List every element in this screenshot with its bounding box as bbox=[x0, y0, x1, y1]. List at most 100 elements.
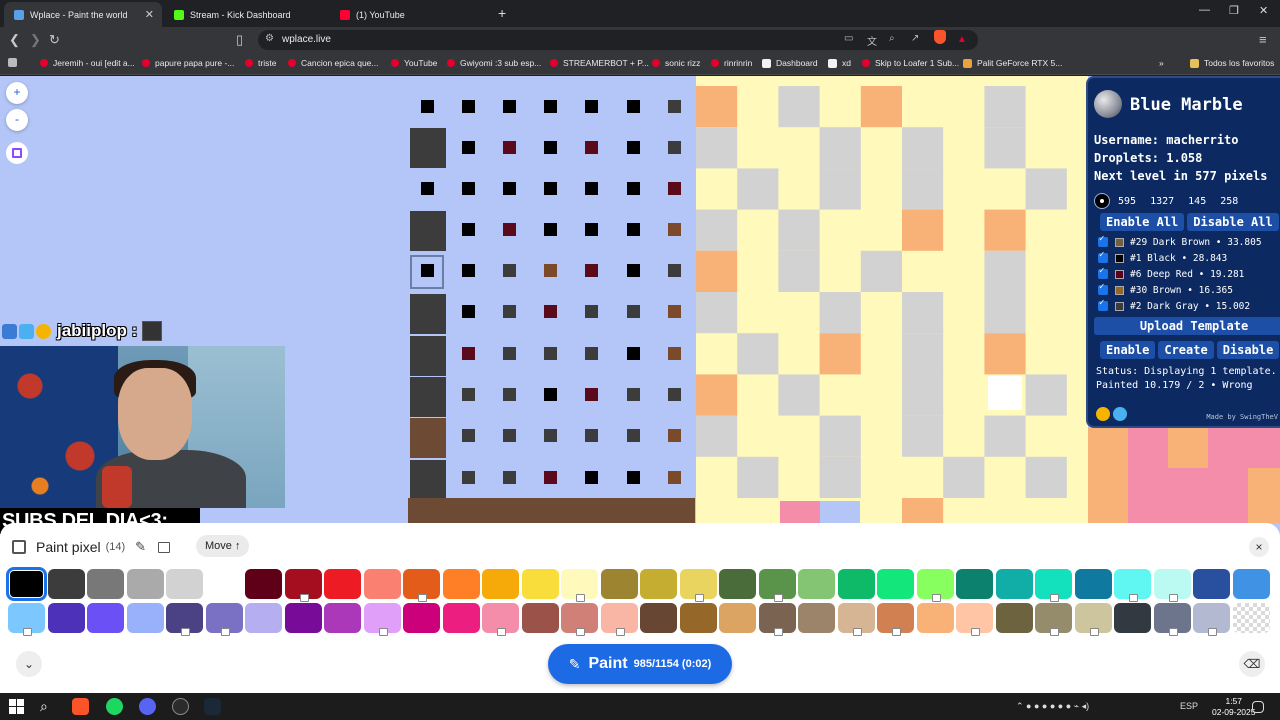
color-swatch[interactable] bbox=[521, 569, 559, 599]
minimize-icon[interactable]: — bbox=[1199, 4, 1210, 16]
zoom-out-button[interactable]: - bbox=[6, 109, 28, 131]
color-swatch[interactable] bbox=[798, 603, 835, 633]
color-swatch[interactable] bbox=[1074, 603, 1112, 636]
twitch-button[interactable] bbox=[6, 142, 28, 164]
color-swatch[interactable] bbox=[877, 603, 914, 636]
discord-icon[interactable] bbox=[139, 698, 156, 715]
color-swatch[interactable] bbox=[956, 603, 993, 636]
restore-icon[interactable]: ❐ bbox=[1229, 4, 1239, 17]
color-swatch[interactable] bbox=[205, 603, 243, 636]
color-swatch[interactable] bbox=[837, 569, 875, 599]
steam-icon[interactable] bbox=[204, 698, 221, 715]
move-button[interactable]: Move ↑ bbox=[196, 535, 250, 557]
bookmarks-folder[interactable]: Todos los favoritos bbox=[1190, 58, 1274, 68]
color-swatch[interactable] bbox=[956, 569, 993, 599]
color-filter-row[interactable]: #29 Dark Brown • 33.805 bbox=[1098, 234, 1262, 250]
close-tab-icon[interactable]: ✕ bbox=[145, 8, 154, 21]
coord-tile-y[interactable]: 1327 bbox=[1150, 196, 1174, 207]
color-swatch[interactable] bbox=[87, 569, 124, 599]
color-swatch[interactable] bbox=[798, 569, 835, 599]
color-swatch[interactable] bbox=[482, 569, 519, 599]
minimize-panel-icon[interactable] bbox=[1096, 407, 1110, 421]
apps-grid-icon[interactable] bbox=[8, 58, 22, 67]
forward-icon[interactable]: ❯ bbox=[30, 32, 41, 48]
color-swatch[interactable] bbox=[47, 603, 85, 633]
color-swatch[interactable] bbox=[1193, 603, 1230, 636]
grid-icon[interactable] bbox=[158, 541, 171, 553]
color-swatch[interactable] bbox=[1114, 569, 1151, 602]
reload-icon[interactable]: ↻ bbox=[49, 32, 60, 48]
share-icon[interactable]: ↗ bbox=[911, 33, 919, 44]
color-swatch[interactable] bbox=[719, 603, 756, 633]
color-swatch[interactable] bbox=[561, 603, 598, 636]
color-swatch[interactable] bbox=[837, 603, 875, 636]
color-swatch[interactable] bbox=[521, 603, 559, 633]
color-swatch[interactable] bbox=[6, 567, 47, 601]
brave-shields-icon[interactable] bbox=[934, 30, 946, 44]
checkbox[interactable] bbox=[1098, 266, 1108, 279]
tab-wplace[interactable]: Wplace - Paint the world ✕ bbox=[4, 2, 162, 27]
color-swatch[interactable] bbox=[166, 603, 203, 636]
bookmark-item[interactable]: triste bbox=[245, 58, 276, 68]
color-swatch[interactable] bbox=[47, 569, 85, 599]
color-swatch[interactable] bbox=[442, 603, 480, 633]
color-filter-row[interactable]: #30 Brown • 16.365 bbox=[1098, 282, 1262, 298]
color-swatch[interactable] bbox=[126, 603, 164, 633]
notification-icon[interactable] bbox=[1252, 701, 1264, 713]
bookmarks-overflow-icon[interactable]: » bbox=[1159, 58, 1164, 68]
clock[interactable]: 1:57 02-09-2025 bbox=[1212, 696, 1255, 718]
color-swatch[interactable] bbox=[916, 603, 954, 633]
blue-marble-panel[interactable]: Blue Marble Username: macherrito Droplet… bbox=[1086, 76, 1280, 428]
color-swatch[interactable] bbox=[403, 569, 440, 602]
color-swatch[interactable] bbox=[1035, 603, 1072, 636]
color-swatch[interactable] bbox=[363, 569, 401, 599]
bookmark-item[interactable]: Jeremih - oui [edit a... bbox=[40, 58, 135, 68]
color-swatch[interactable] bbox=[600, 569, 638, 599]
color-swatch[interactable] bbox=[166, 569, 203, 599]
eraser-icon[interactable]: ⌫ bbox=[1239, 651, 1265, 677]
tab-youtube[interactable]: (1) YouTube bbox=[330, 2, 494, 27]
disable-all-button[interactable]: Disable All bbox=[1187, 213, 1279, 231]
checkbox[interactable] bbox=[1098, 282, 1108, 295]
zoom-icon[interactable]: ⌕ bbox=[889, 33, 895, 44]
translate-icon[interactable]: 文 bbox=[867, 33, 877, 48]
disable-button[interactable]: Disable bbox=[1216, 341, 1280, 359]
new-tab-icon[interactable]: + bbox=[498, 5, 506, 21]
color-swatch[interactable] bbox=[916, 569, 954, 602]
color-swatch[interactable] bbox=[758, 569, 796, 602]
bookmark-item[interactable]: Palit GeForce RTX 5... bbox=[963, 58, 1062, 68]
coord-tile-x[interactable]: 595 bbox=[1118, 196, 1136, 207]
bookmark-item[interactable]: Cancion epica que... bbox=[288, 58, 379, 68]
color-swatch[interactable] bbox=[561, 569, 598, 602]
bookmark-item[interactable]: STREAMERBOT + P... bbox=[550, 58, 649, 68]
color-swatch[interactable] bbox=[482, 603, 519, 636]
upload-template-button[interactable]: Upload Template bbox=[1094, 317, 1280, 335]
pin-icon[interactable] bbox=[1094, 193, 1110, 209]
color-swatch[interactable] bbox=[679, 569, 717, 602]
color-filter-row[interactable]: #2 Dark Gray • 15.002 bbox=[1098, 298, 1262, 314]
paint-button[interactable]: ✎ Paint 985/1154 (0:02) bbox=[548, 644, 732, 684]
bookmark-item[interactable]: YouTube bbox=[391, 58, 437, 68]
color-swatch[interactable] bbox=[324, 569, 361, 599]
color-swatch[interactable] bbox=[363, 603, 401, 636]
color-swatch[interactable] bbox=[640, 603, 677, 633]
settings-icon[interactable] bbox=[1113, 407, 1127, 421]
checkbox[interactable] bbox=[1098, 298, 1108, 311]
color-swatch[interactable] bbox=[8, 603, 45, 636]
brave-taskbar-icon[interactable] bbox=[72, 698, 89, 715]
color-swatch[interactable] bbox=[205, 569, 243, 599]
color-swatch[interactable] bbox=[640, 569, 677, 599]
bookmark-item[interactable]: Dashboard bbox=[762, 58, 818, 68]
bookmark-item[interactable]: Skip to Loafer 1 Sub... bbox=[862, 58, 959, 68]
search-icon[interactable]: ⌕ bbox=[40, 698, 57, 715]
zoom-in-button[interactable]: + bbox=[6, 82, 28, 104]
tab-kick-dashboard[interactable]: Stream - Kick Dashboard bbox=[164, 2, 328, 27]
color-swatch[interactable] bbox=[995, 569, 1033, 599]
color-swatch[interactable] bbox=[1232, 603, 1270, 633]
address-bar[interactable]: ⚙ wplace.live ▭ 文 ⌕ ↗ bbox=[258, 30, 978, 50]
globe-icon[interactable] bbox=[1094, 90, 1122, 118]
back-icon[interactable]: ❮ bbox=[9, 32, 20, 48]
color-swatch[interactable] bbox=[1035, 569, 1072, 602]
bookmark-item[interactable]: Gwiyomi :3 sub esp... bbox=[447, 58, 541, 68]
expand-icon[interactable] bbox=[12, 540, 26, 554]
